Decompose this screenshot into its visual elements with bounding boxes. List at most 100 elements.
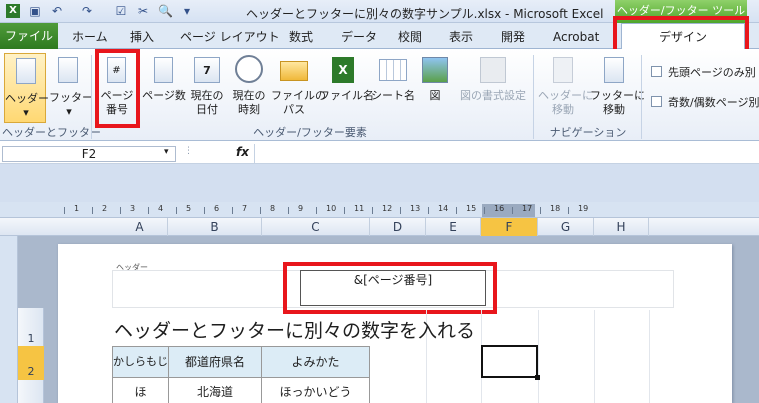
table-cell[interactable]: ほ: [112, 377, 169, 403]
different-odd-even-checkbox[interactable]: [651, 96, 662, 107]
file-path-button[interactable]: ファイルの パス: [271, 53, 326, 123]
ruler-tick: [400, 207, 401, 214]
ruler-number: 17: [522, 204, 533, 213]
sheet-title[interactable]: ヘッダーとフッターに別々の数字を入れる: [114, 316, 475, 343]
ruler-number: 15: [466, 204, 477, 213]
undo-icon[interactable]: ↶: [50, 4, 64, 18]
table-header-cell[interactable]: 都道府県名: [168, 346, 262, 378]
tab-file[interactable]: ファイル: [0, 23, 58, 49]
page-count-button[interactable]: ページ数: [142, 53, 186, 123]
ruler-number: 2: [102, 204, 108, 213]
ruler-tick: [288, 207, 289, 214]
formula-input[interactable]: [254, 144, 757, 163]
ruler-tick: [120, 207, 121, 214]
fx-icon[interactable]: fx: [236, 145, 249, 159]
tab-developer[interactable]: 開発: [501, 28, 525, 46]
file-name-button[interactable]: X ファイル名: [319, 53, 374, 123]
workspace-gap: [0, 164, 759, 202]
table-cell[interactable]: ほっかいどう: [261, 377, 370, 403]
file-path-label-line2: パス: [283, 103, 305, 116]
ruler-number: 10: [326, 204, 337, 213]
ruler-tick: [148, 207, 149, 214]
ruler-number: 5: [186, 204, 192, 213]
header-button[interactable]: ヘッダー ▾: [4, 53, 49, 123]
table-header-cell[interactable]: よみかた: [261, 346, 370, 378]
selected-cell-f2[interactable]: [481, 345, 538, 378]
fill-handle[interactable]: [535, 375, 540, 380]
column-header-c[interactable]: C: [262, 218, 370, 236]
goto-footer-label-line2: 移動: [603, 103, 625, 116]
ruler-tick: [344, 207, 345, 214]
column-header-b[interactable]: B: [168, 218, 262, 236]
column-header-g[interactable]: G: [538, 218, 594, 236]
sheet-name-label: シート名: [371, 89, 415, 102]
tab-home[interactable]: ホーム: [72, 28, 108, 46]
table-header-cell[interactable]: かしらもじ: [112, 346, 169, 378]
ruler-number: 13: [410, 204, 421, 213]
picture-label: 図: [429, 89, 441, 102]
tab-acrobat[interactable]: Acrobat: [553, 28, 599, 46]
goto-footer-label-line1: フッターに: [590, 89, 645, 102]
vertical-ruler: [0, 236, 18, 403]
goto-header-button: ヘッダーに 移動: [538, 53, 593, 123]
different-first-page-label: 先頭ページのみ別: [668, 66, 756, 79]
window-title: ヘッダーとフッターに別々の数字サンプル.xlsx - Microsoft Exc…: [246, 7, 604, 21]
tab-view[interactable]: 表示: [449, 28, 473, 46]
page-count-icon: [154, 57, 173, 83]
column-header-e[interactable]: E: [426, 218, 481, 236]
group-separator: [533, 55, 534, 139]
different-odd-even-label: 奇数/偶数ページ別: [668, 96, 759, 109]
ruler-number: 12: [382, 204, 393, 213]
goto-header-label-line1: ヘッダーに: [538, 89, 593, 102]
footer-button[interactable]: フッター ▾: [49, 53, 93, 123]
tab-data[interactable]: データ: [341, 28, 377, 46]
group-separator: [641, 55, 642, 139]
excel-file-icon: X: [332, 57, 354, 83]
ruler-number: 18: [550, 204, 561, 213]
ruler-tick: [176, 207, 177, 214]
goto-header-label-line2: 移動: [552, 103, 574, 116]
cut-icon[interactable]: ✂: [136, 4, 150, 18]
ruler-tick: [484, 207, 485, 214]
goto-footer-button[interactable]: フッターに 移動: [590, 53, 645, 123]
format-picture-icon: [480, 57, 506, 83]
group-label-header-footer: ヘッダーとフッター: [2, 126, 101, 139]
name-box-dropdown-icon[interactable]: ▾: [164, 147, 169, 157]
ruler-number: 19: [578, 204, 589, 213]
name-box[interactable]: F2: [2, 146, 176, 162]
tab-insert[interactable]: 挿入: [130, 28, 154, 46]
column-header-f[interactable]: F: [481, 218, 538, 236]
ruler-tick: [64, 207, 65, 214]
ruler-number: 1: [74, 204, 80, 213]
gridline: [649, 310, 650, 403]
sheet-name-button[interactable]: シート名: [371, 53, 415, 123]
excel-app-icon[interactable]: X: [6, 4, 20, 18]
column-header-h[interactable]: H: [594, 218, 649, 236]
tab-formulas[interactable]: 数式: [289, 28, 313, 46]
current-date-label-line2: 日付: [196, 103, 218, 116]
current-time-button[interactable]: 現在の 時刻: [229, 53, 269, 123]
ruler-tick: [92, 207, 93, 214]
clock-icon: [235, 55, 263, 83]
preview-icon[interactable]: 🔍: [158, 4, 173, 18]
column-header-a[interactable]: A: [112, 218, 168, 236]
redo-icon[interactable]: ↷: [80, 4, 94, 18]
save-icon[interactable]: ▣: [28, 4, 42, 18]
column-header-d[interactable]: D: [370, 218, 426, 236]
qat-customize-icon[interactable]: ▾: [180, 4, 194, 18]
ruler-tick: [428, 207, 429, 214]
row-header-1[interactable]: 1: [18, 332, 44, 345]
tab-page-layout[interactable]: ページ レイアウト: [180, 28, 280, 46]
gridline: [594, 310, 595, 403]
row-header-2[interactable]: 2: [18, 365, 44, 378]
ruler-tick: [232, 207, 233, 214]
tab-review[interactable]: 校閲: [398, 28, 422, 46]
ruler-tick: [316, 207, 317, 214]
header-icon: [16, 58, 36, 84]
table-cell[interactable]: 北海道: [168, 377, 262, 403]
checkbox-icon[interactable]: ☑: [114, 4, 128, 18]
ruler-tick: [456, 207, 457, 214]
picture-button[interactable]: 図: [417, 53, 453, 123]
different-first-page-checkbox[interactable]: [651, 66, 662, 77]
current-date-button[interactable]: 7 現在の 日付: [187, 53, 227, 123]
